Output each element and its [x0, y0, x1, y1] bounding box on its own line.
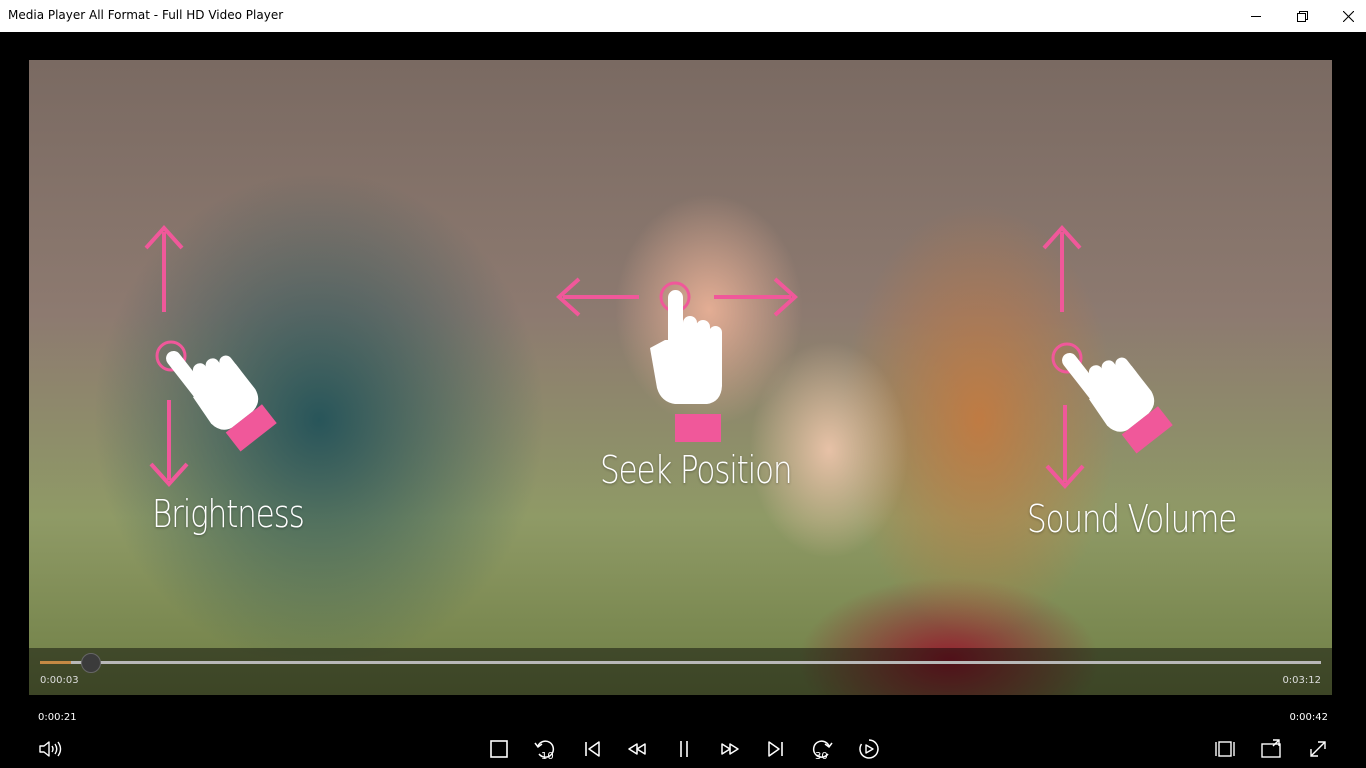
forward-30-label: 30 — [815, 751, 828, 761]
next-icon — [768, 741, 783, 757]
brightness-label: Brightness — [152, 492, 305, 536]
elapsed-time: 0:00:03 — [40, 675, 79, 686]
rewind-10-button[interactable]: 10 — [532, 736, 558, 762]
fullscreen-button[interactable] — [1305, 736, 1331, 762]
close-button[interactable] — [1325, 0, 1366, 32]
video-surface[interactable]: Brightness Seek Position Sound Volume 0:… — [29, 60, 1332, 695]
gesture-hints-overlay — [144, 225, 1173, 489]
fast-rewind-icon — [628, 743, 646, 755]
fullscreen-icon — [1310, 741, 1326, 757]
title-bar: Media Player All Format - Full HD Video … — [0, 0, 1366, 32]
forward-30-button[interactable]: 30 — [809, 736, 835, 762]
seek-bar-panel: 0:00:03 0:03:12 — [29, 648, 1332, 695]
volume-icon — [39, 741, 62, 757]
seek-gesture-hint — [556, 277, 798, 442]
left-clock: 0:00:21 — [38, 712, 77, 723]
right-clock: 0:00:42 — [1289, 712, 1328, 723]
seek-thumb[interactable] — [80, 653, 101, 673]
minimize-button[interactable] — [1233, 0, 1279, 32]
playback-speed-icon — [859, 739, 879, 759]
previous-icon — [585, 741, 600, 757]
volume-gesture-hint — [1042, 225, 1173, 489]
brightness-gesture-hint — [144, 225, 277, 487]
rewind-10-icon: 10 — [534, 740, 555, 761]
aspect-ratio-icon — [1215, 741, 1235, 757]
total-time: 0:03:12 — [1282, 675, 1321, 686]
minimize-icon — [1251, 16, 1261, 17]
window-title: Media Player All Format - Full HD Video … — [8, 8, 284, 22]
rewind-10-label: 10 — [541, 751, 554, 761]
seek-track[interactable] — [40, 661, 1321, 664]
next-button[interactable] — [763, 736, 789, 762]
close-icon — [1342, 10, 1354, 22]
pause-button[interactable] — [671, 736, 697, 762]
restore-button[interactable] — [1279, 0, 1325, 32]
restore-icon — [1296, 10, 1308, 22]
volume-button[interactable] — [37, 736, 63, 762]
seek-track-fill — [40, 661, 71, 664]
playback-speed-button[interactable] — [856, 736, 882, 762]
forward-30-icon: 30 — [812, 740, 833, 761]
sound-volume-label: Sound Volume — [1027, 497, 1237, 541]
mini-view-button[interactable] — [1258, 736, 1284, 762]
stop-icon — [490, 740, 508, 758]
fast-forward-button[interactable] — [717, 736, 743, 762]
mini-view-icon — [1261, 739, 1281, 758]
seek-position-label: Seek Position — [600, 448, 793, 492]
hand-pointer-icon — [650, 290, 722, 442]
fast-forward-icon — [721, 743, 739, 755]
aspect-ratio-button[interactable] — [1212, 736, 1238, 762]
pause-icon — [680, 741, 688, 757]
fast-rewind-button[interactable] — [624, 736, 650, 762]
stop-button[interactable] — [486, 736, 512, 762]
previous-button[interactable] — [579, 736, 605, 762]
